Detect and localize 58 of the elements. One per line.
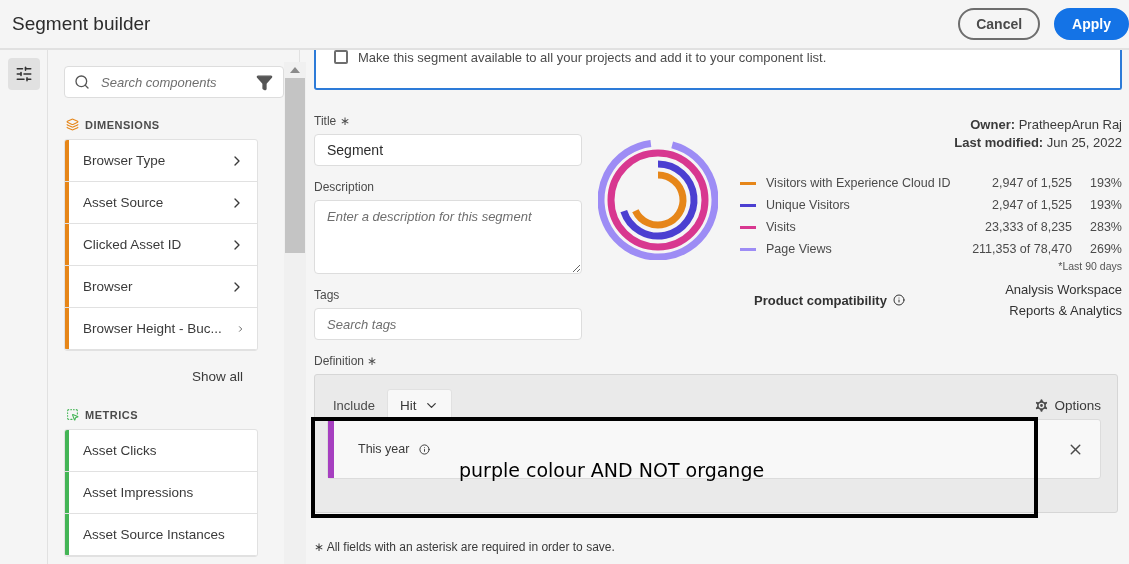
metric-name: Unique Visitors [766, 198, 851, 212]
include-label: Include [333, 397, 375, 413]
description-field[interactable]: Enter a description for this segment [314, 200, 582, 274]
metric-value: 211,353 of 78,470 [971, 242, 1072, 256]
metric-name: Visitors with Experience Cloud ID [766, 176, 952, 190]
metric-percent: 283% [1089, 220, 1122, 234]
share-label: Make this segment available to all your projects and add it to your component list. [358, 50, 827, 65]
info-icon[interactable] [419, 443, 431, 455]
metric-item[interactable]: Asset Impressions [65, 472, 257, 514]
search-icon [74, 74, 90, 90]
metric-percent: 193% [1089, 198, 1122, 212]
metric-name: Page Views [766, 242, 833, 256]
metric-item[interactable]: Asset Clicks [65, 430, 257, 472]
compatible-product: Analysis Workspace [1005, 282, 1122, 297]
metric-item[interactable]: Asset Source Instances [65, 514, 257, 556]
title-field[interactable]: Segment [314, 134, 582, 166]
share-checkbox[interactable] [334, 50, 348, 64]
tags-field[interactable]: Search tags [314, 308, 582, 340]
dimension-item[interactable]: Browser [65, 266, 257, 308]
field-label: Title ∗ [314, 114, 350, 128]
section-title: DIMENSIONS [85, 118, 160, 131]
sliders-icon [15, 65, 33, 83]
dimension-item[interactable]: Browser Height - Buc... [65, 308, 257, 350]
search-field[interactable]: Search components [64, 66, 284, 98]
section-title: METRICS [85, 408, 138, 421]
dimension-item[interactable]: Asset Source [65, 182, 257, 224]
compatibility-label: Product compatibility [754, 292, 887, 308]
gear-icon [1033, 396, 1051, 414]
components-rail-button[interactable] [8, 58, 40, 90]
required-note: ∗ All fields with an asterisk are required in order to save. [314, 540, 615, 554]
show-all-button[interactable]: Show all [192, 365, 244, 388]
scrollbar[interactable] [284, 62, 306, 564]
metric-name: Visits [766, 220, 797, 234]
dimension-item[interactable]: Browser Type [65, 140, 257, 182]
field-label: Tags [314, 288, 340, 302]
metric-percent: 269% [1089, 242, 1122, 256]
page-title: Segment builder [12, 13, 151, 35]
cursor-icon [66, 408, 79, 421]
compatible-product: Reports & Analytics [1009, 303, 1122, 318]
apply-button[interactable]: Apply [1054, 8, 1129, 40]
cancel-button[interactable]: Cancel [958, 8, 1041, 40]
footnote: *Last 90 days [1058, 260, 1122, 272]
metric-value: 23,333 of 8,235 [984, 220, 1072, 234]
dimension-item[interactable]: Clicked Asset ID [65, 224, 257, 266]
metric-value: 2,947 of 1,525 [991, 198, 1072, 212]
options-button[interactable]: Options [1033, 396, 1101, 414]
condition-label: This year [358, 442, 410, 456]
field-label: Description [314, 180, 375, 194]
scroll-up-icon[interactable] [289, 66, 301, 74]
field-label: Definition ∗ [314, 354, 378, 368]
filter-icon[interactable] [256, 74, 273, 91]
annotation-text: purple colour AND NOT organge [459, 458, 765, 481]
metric-percent: 193% [1089, 176, 1122, 190]
owner-text: Owner: PratheepArun Raj [970, 117, 1122, 132]
info-icon[interactable] [892, 294, 905, 306]
modified-text: Last modified: Jun 25, 2022 [954, 135, 1122, 150]
metric-value: 2,947 of 1,525 [991, 176, 1072, 190]
stack-icon [66, 118, 79, 131]
